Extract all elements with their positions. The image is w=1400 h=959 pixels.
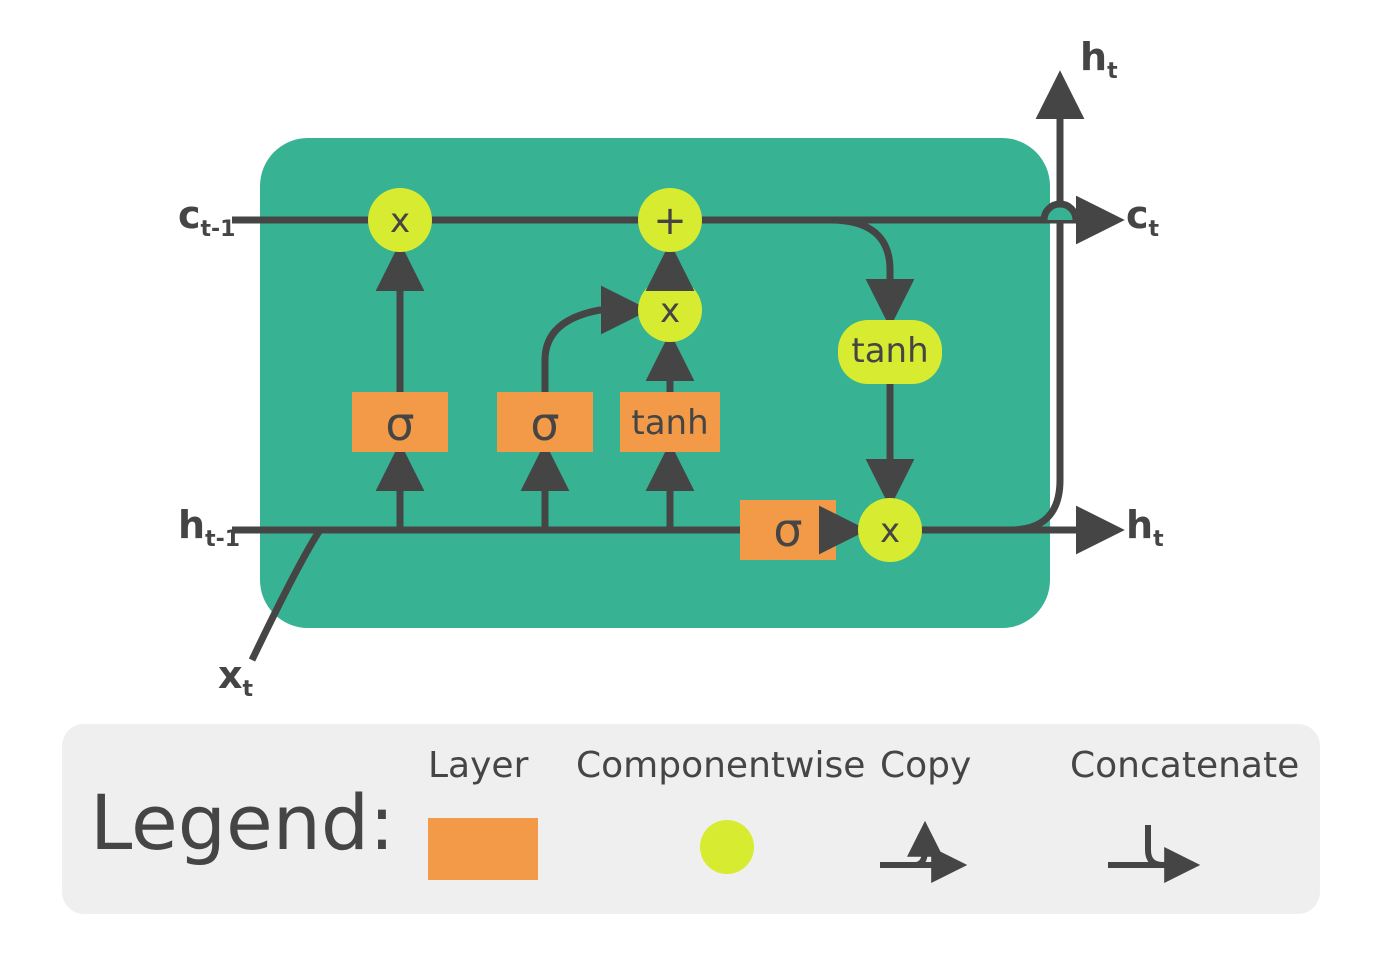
label-h-out: ht bbox=[1126, 503, 1164, 552]
legend-swatch-componentwise bbox=[700, 820, 754, 874]
legend-header-componentwise: Componentwise bbox=[576, 745, 865, 786]
legend-header-concat: Concatenate bbox=[1070, 745, 1299, 786]
legend-title: Legend: bbox=[90, 778, 395, 867]
label-c-out: ct bbox=[1126, 193, 1160, 242]
line-crossover bbox=[1044, 204, 1076, 220]
op-tanh-out-label: tanh bbox=[851, 331, 928, 371]
legend-icon-concatenate bbox=[1098, 810, 1218, 890]
legend-header-layer: Layer bbox=[428, 745, 528, 786]
op-mult3-label: x bbox=[880, 511, 900, 551]
label-h-prev: ht-1 bbox=[178, 503, 240, 552]
op-mult1-label: x bbox=[390, 201, 410, 241]
gate-tanh-in-label: tanh bbox=[631, 403, 708, 443]
gate-sigma2-label: σ bbox=[530, 397, 559, 451]
label-h-top: ht bbox=[1080, 35, 1118, 84]
gate-sigma3-label: σ bbox=[773, 503, 802, 557]
lstm-cell-svg: σ σ tanh x x + tanh σ bbox=[0, 0, 1400, 720]
diagram-canvas: σ σ tanh x x + tanh σ bbox=[0, 0, 1400, 959]
legend-icon-copy bbox=[870, 810, 990, 890]
legend-header-copy: Copy bbox=[880, 745, 971, 786]
label-x-in: xt bbox=[218, 653, 254, 702]
label-c-prev: ct-1 bbox=[178, 193, 236, 242]
gate-sigma1-label: σ bbox=[385, 397, 414, 451]
op-add-label: + bbox=[653, 198, 687, 244]
op-mult2-label: x bbox=[660, 291, 680, 331]
legend-swatch-layer bbox=[428, 818, 538, 880]
